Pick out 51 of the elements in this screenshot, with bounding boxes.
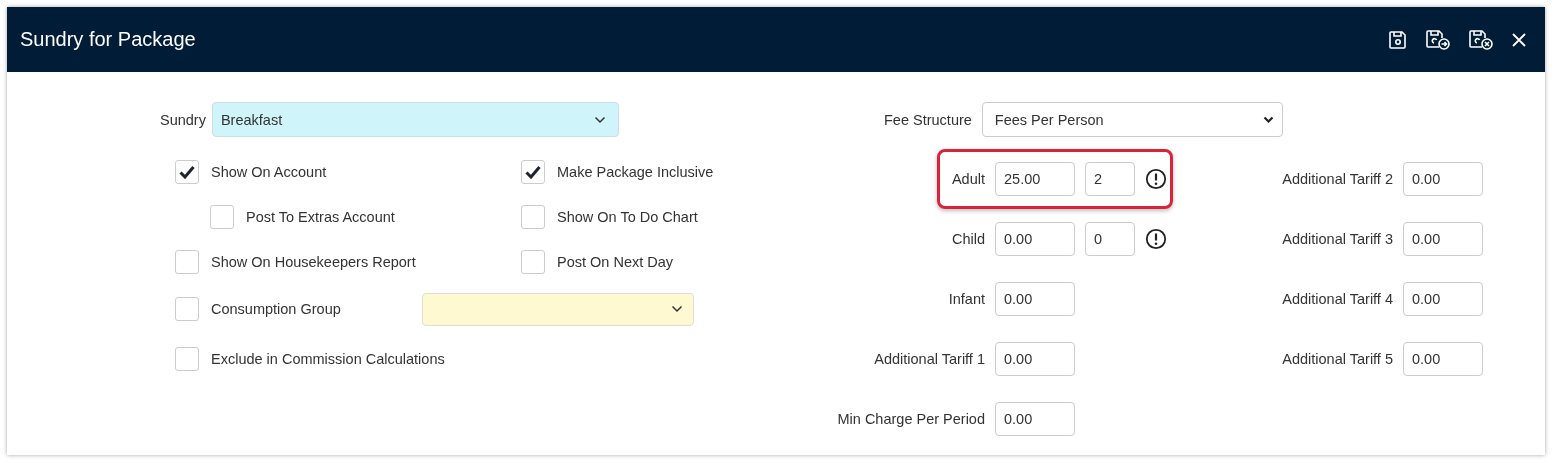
checkbox[interactable] (521, 204, 545, 229)
field-label: Additional Tariff 2 (1282, 171, 1393, 187)
amount-field[interactable]: 0.00 (995, 222, 1075, 256)
quantity-field[interactable]: 0 (1085, 222, 1135, 256)
checkbox[interactable] (210, 204, 234, 229)
amount-field[interactable]: 0.00 (995, 342, 1075, 376)
checkbox[interactable] (521, 249, 545, 274)
dropdown[interactable] (422, 292, 694, 326)
field-label: Additional Tariff 5 (1282, 351, 1393, 367)
amount-field[interactable]: 0.00 (1403, 162, 1483, 196)
field-label: Additional Tariff 1 (874, 351, 985, 367)
floppy-icon (1388, 29, 1408, 50)
checkbox-label: Post To Extras Account (246, 208, 395, 225)
checkbox[interactable] (175, 159, 199, 184)
checkbox-label: Show On Housekeepers Report (211, 253, 416, 270)
amount-field[interactable]: 25.00 (995, 162, 1075, 196)
floppy-x-icon (1468, 28, 1494, 51)
checkbox[interactable] (175, 297, 199, 321)
close-icon (1511, 31, 1527, 48)
floppy-arrow-icon (1425, 28, 1451, 51)
amount-field[interactable]: 0.00 (1403, 342, 1483, 376)
checkbox-label: Post On Next Day (557, 253, 674, 270)
field-label: Additional Tariff 3 (1282, 231, 1393, 247)
field-label: Min Charge Per Period (837, 411, 985, 427)
field-label: Child (951, 231, 985, 247)
checkbox[interactable] (175, 249, 199, 274)
field-label: Adult (951, 171, 985, 187)
checkbox-label: Make Package Inclusive (557, 163, 714, 180)
amount-field[interactable]: 0.00 (995, 402, 1075, 436)
quantity-field[interactable]: 2 (1085, 162, 1135, 196)
checkbox-label: Exclude in Commission Calculations (211, 351, 445, 367)
field-label: Additional Tariff 4 (1282, 291, 1393, 307)
checkmark-icon (179, 164, 195, 179)
sundry-dropdown[interactable]: Breakfast (211, 102, 619, 137)
amount-field[interactable]: 0.00 (995, 282, 1075, 316)
checkbox-label: Show On Account (211, 163, 327, 180)
chevron-down-icon (1262, 115, 1274, 124)
checkbox[interactable] (521, 159, 545, 184)
checkmark-icon (525, 164, 541, 179)
chevron-down-icon (671, 305, 683, 313)
field-label: Sundry (160, 111, 206, 128)
checkbox-label: Consumption Group (211, 301, 341, 317)
checkbox-label: Show On To Do Chart (557, 208, 698, 225)
fee-structure-dropdown[interactable]: Fees Per Person (981, 102, 1283, 137)
chevron-down-icon (593, 115, 606, 124)
field-label: Fee Structure (884, 111, 972, 128)
amount-field[interactable]: 0.00 (1403, 282, 1483, 316)
window-title: Sundry for Package (20, 28, 196, 51)
checkbox[interactable] (175, 347, 199, 371)
field-label: Infant (948, 291, 985, 307)
amount-field[interactable]: 0.00 (1403, 222, 1483, 256)
